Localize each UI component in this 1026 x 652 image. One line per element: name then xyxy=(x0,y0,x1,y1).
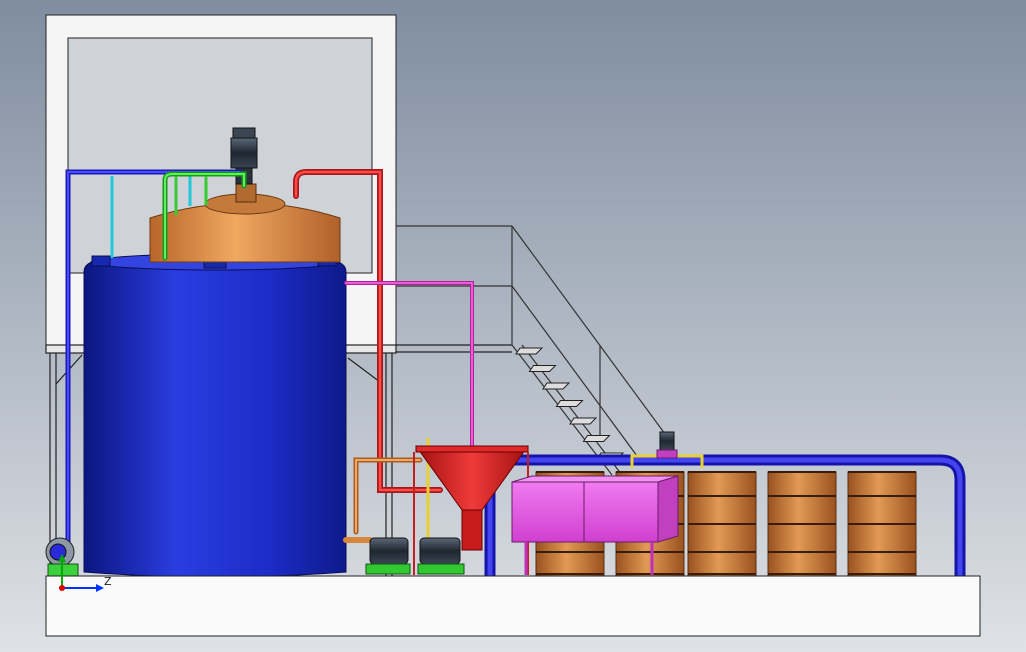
drum[interactable] xyxy=(687,471,757,577)
base-slab[interactable] xyxy=(45,575,981,637)
dosing-mixer-motor[interactable] xyxy=(656,431,678,459)
pump-left[interactable] xyxy=(365,537,411,575)
cad-viewport[interactable]: Z xyxy=(0,0,1026,652)
plant-3d-model[interactable] xyxy=(0,0,1026,652)
pump-middle[interactable] xyxy=(417,537,465,575)
main-storage-tank[interactable] xyxy=(83,253,347,578)
drum[interactable] xyxy=(767,471,837,577)
triad-axis-label: Z xyxy=(104,575,112,588)
drum[interactable] xyxy=(847,471,917,577)
